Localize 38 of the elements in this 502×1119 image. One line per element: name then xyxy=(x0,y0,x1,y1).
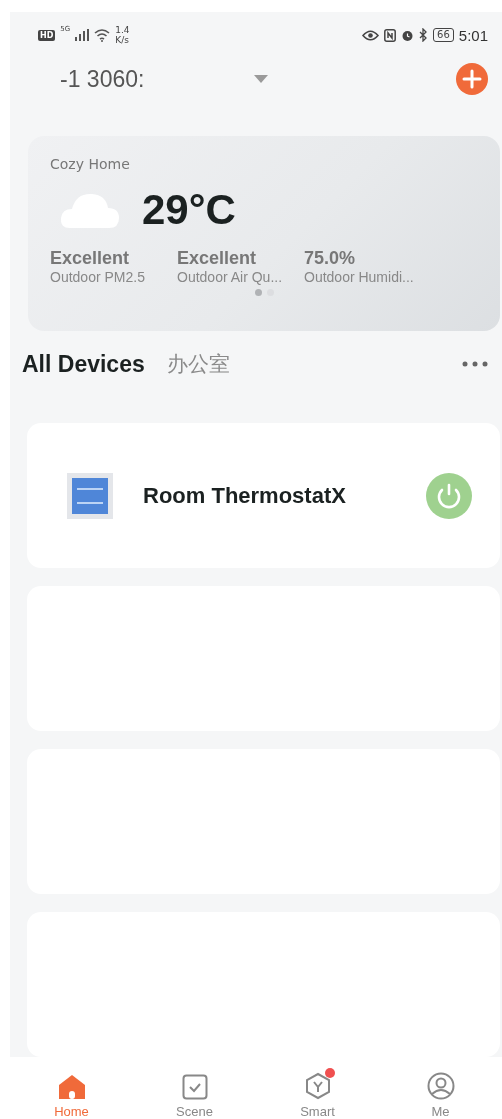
device-name: Room ThermostatX xyxy=(143,482,347,509)
hexagon-icon xyxy=(304,1072,331,1100)
nav-tab[interactable]: Home xyxy=(10,1057,133,1119)
nav-tab[interactable]: Me xyxy=(379,1057,502,1119)
room-tab[interactable]: 办公室 xyxy=(166,350,230,379)
power-button[interactable] xyxy=(426,472,472,519)
stat-value: Excellent xyxy=(177,248,258,270)
room-tab[interactable]: All Devices xyxy=(22,350,145,378)
home-name[interactable]: -1 3060: xyxy=(60,65,145,93)
home-label: Cozy Home xyxy=(50,156,131,173)
speed-unit: K/s xyxy=(115,35,130,46)
thermostat-icon xyxy=(67,472,113,519)
more-icon[interactable] xyxy=(462,361,488,368)
stat-label: Outdoor PM2.5 xyxy=(50,269,146,286)
nav-tab[interactable]: Scene xyxy=(133,1057,256,1119)
signal-icon xyxy=(75,29,90,42)
stat-value: Excellent xyxy=(50,248,131,270)
checkbox-icon xyxy=(181,1074,208,1100)
device-card[interactable]: Room ThermostatX xyxy=(27,423,500,568)
add-button[interactable] xyxy=(456,63,488,96)
stat-label: Outdoor Humidi... xyxy=(304,269,415,286)
temperature: 29°C xyxy=(142,186,236,235)
eye-icon xyxy=(362,29,380,41)
bluetooth-icon xyxy=(419,28,429,43)
speed-value: 1.4 xyxy=(115,25,130,36)
caret-icon[interactable] xyxy=(254,75,269,84)
battery-indicator: 66 xyxy=(433,28,454,43)
stat-label: Outdoor Air Qu... xyxy=(177,269,284,286)
hd-indicator: HD xyxy=(38,29,56,41)
nfc-icon xyxy=(384,28,397,42)
home-icon xyxy=(57,1074,86,1100)
stat-value: 75.0% xyxy=(304,248,357,270)
clock: 5:01 xyxy=(458,26,488,44)
profile-icon xyxy=(426,1072,455,1100)
alarm-icon xyxy=(401,28,415,42)
weather-card[interactable]: Cozy Home 29°C Excellent Outdoor PM2.5 Excellent Outdoor Air Qu... 75.0% Outdoor Humidi... xyxy=(28,136,500,332)
nav-tab[interactable]: Smart xyxy=(256,1057,379,1119)
wifi-icon xyxy=(94,28,111,42)
